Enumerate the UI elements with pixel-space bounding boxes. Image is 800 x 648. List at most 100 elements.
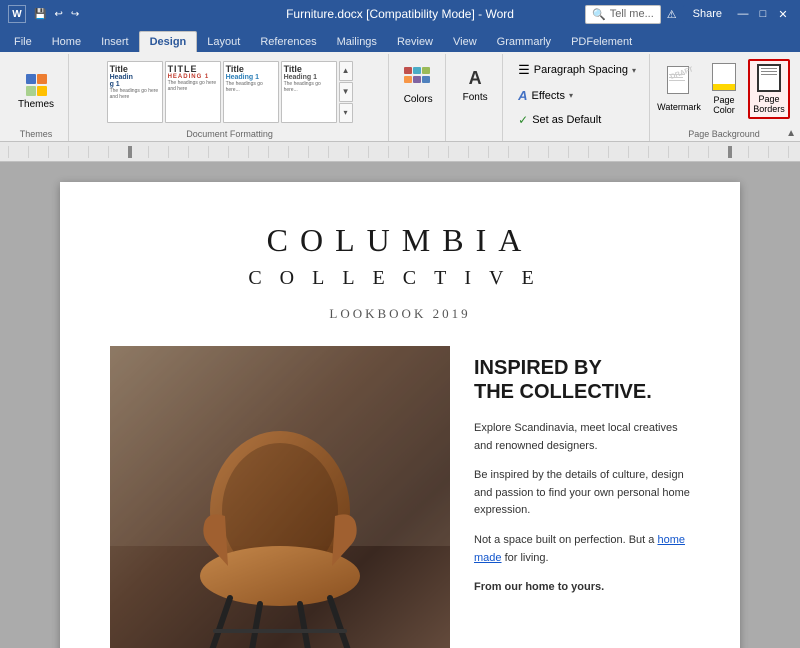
watermark-button[interactable]: DRAFT Watermark (658, 59, 700, 119)
tab-mailings[interactable]: Mailings (327, 32, 387, 52)
watermark-label: Watermark (657, 102, 701, 112)
themes-button[interactable]: Themes (10, 60, 62, 124)
search-icon: 🔍 (592, 8, 606, 21)
para-spacing-dropdown-icon: ▾ (632, 66, 636, 75)
page-background-group-label: Page Background (652, 129, 796, 139)
title-bar: W 💾 ↩ ↪ Furniture.docx [Compatibility Mo… (0, 0, 800, 28)
paragraph-spacing-button[interactable]: ☰ Paragraph Spacing ▾ (511, 58, 643, 82)
tab-pdfelement[interactable]: PDFelement (561, 32, 642, 52)
para-effects-group: ☰ Paragraph Spacing ▾ A Effects ▾ ✓ Set … (505, 54, 650, 141)
watermark-icon: DRAFT (665, 66, 693, 100)
colors-label: Colors (404, 94, 433, 105)
ruler-area (0, 142, 800, 162)
format-preview-1[interactable]: Title Heading 1 The headings go here and… (107, 61, 163, 123)
scroll-up-button[interactable]: ▲ (339, 61, 353, 81)
tab-home[interactable]: Home (42, 32, 91, 52)
fonts-group-content: A Fonts (454, 56, 496, 141)
share-button[interactable]: Share (683, 5, 732, 23)
fp3-title: Title (226, 64, 276, 74)
effects-dropdown-icon: ▾ (569, 91, 573, 100)
doc-formatting-group: Title Heading 1 The headings go here and… (71, 54, 389, 141)
redo-button[interactable]: ↪ (69, 7, 81, 22)
ribbon-collapse-button[interactable]: ▲ (786, 128, 796, 139)
ruler (8, 146, 792, 158)
doc-text-side: INSPIRED BYTHE COLLECTIVE. Explore Scand… (474, 346, 690, 609)
doc-formatting-label: Document Formatting (71, 129, 388, 139)
warning-icon: ⚠ (667, 8, 677, 21)
doc-lookbook: LOOKBOOK 2019 (110, 306, 690, 322)
themes-label: Themes (18, 99, 54, 110)
doc-content: INSPIRED BYTHE COLLECTIVE. Explore Scand… (110, 346, 690, 648)
maximize-button[interactable]: □ (754, 5, 772, 23)
para-spacing-icon: ☰ (518, 62, 530, 78)
tab-layout[interactable]: Layout (197, 32, 250, 52)
doc-para-4: From our home to yours. (474, 579, 690, 597)
fp4-body: The headings go here... (284, 81, 334, 93)
home-made-link[interactable]: home made (474, 534, 685, 564)
tab-grammarly[interactable]: Grammarly (487, 32, 561, 52)
page-borders-label: Page Borders (753, 94, 785, 114)
doc-title-columbia: COLUMBIA (110, 222, 690, 259)
quick-access-toolbar: 💾 ↩ ↪ (32, 7, 81, 22)
tell-me-box[interactable]: 🔍 Tell me... (585, 5, 661, 24)
doc-para-3: Not a space built on perfection. But a h… (474, 532, 690, 567)
checkmark-icon: ✓ (518, 113, 528, 127)
fonts-button[interactable]: A Fonts (454, 62, 496, 122)
fp1-title: Title (110, 64, 160, 74)
window-controls: 🔍 Tell me... ⚠ Share — □ ✕ (585, 5, 792, 24)
fp2-body: The headings go here and here (168, 80, 218, 92)
fp4-title: Title (284, 64, 334, 74)
word-icon: W (8, 5, 26, 23)
scroll-more-button[interactable]: ▾ (339, 103, 353, 123)
themes-group-label: Themes (4, 129, 68, 139)
para-effects-stack: ☰ Paragraph Spacing ▾ A Effects ▾ ✓ Set … (511, 56, 643, 131)
minimize-button[interactable]: — (734, 5, 752, 23)
page-borders-icon (755, 64, 783, 92)
set-default-label: Set as Default (532, 114, 601, 126)
tab-insert[interactable]: Insert (91, 32, 139, 52)
themes-icon (26, 74, 47, 96)
tab-design[interactable]: Design (139, 31, 198, 52)
set-as-default-button[interactable]: ✓ Set as Default (511, 109, 643, 131)
chair-image (110, 346, 450, 648)
effects-icon: A (518, 88, 527, 103)
fonts-label: Fonts (463, 92, 488, 103)
tab-review[interactable]: Review (387, 32, 443, 52)
themes-group: Themes Themes (4, 54, 69, 141)
fp3-heading: Heading 1 (226, 74, 276, 81)
tab-file[interactable]: File (4, 32, 42, 52)
fp4-heading: Heading 1 (284, 74, 334, 81)
tab-view[interactable]: View (443, 32, 487, 52)
word-document: COLUMBIA COLLECTIVE LOOKBOOK 2019 (60, 182, 740, 648)
page-color-button[interactable]: Page Color (703, 59, 745, 119)
para-effects-content: ☰ Paragraph Spacing ▾ A Effects ▾ ✓ Set … (511, 56, 643, 145)
format-preview-4[interactable]: Title Heading 1 The headings go here... (281, 61, 337, 123)
doc-para-1: Explore Scandinavia, meet local creative… (474, 420, 690, 455)
colors-button[interactable]: Colors (397, 62, 439, 122)
document-title: Furniture.docx [Compatibility Mode] - Wo… (286, 7, 514, 21)
format-preview-3[interactable]: Title Heading 1 The headings go here... (223, 61, 279, 123)
save-button[interactable]: 💾 (32, 7, 48, 22)
effects-label: Effects (532, 90, 565, 102)
fp3-body: The headings go here... (226, 81, 276, 93)
page-borders-button[interactable]: Page Borders (748, 59, 790, 119)
close-button[interactable]: ✕ (774, 5, 792, 23)
colors-group-content: Colors (397, 56, 439, 141)
ribbon: Themes Themes Title Heading 1 The headin… (0, 52, 800, 142)
fp1-heading: Heading 1 (110, 74, 160, 88)
tab-references[interactable]: References (250, 32, 326, 52)
scroll-down-button[interactable]: ▼ (339, 82, 353, 102)
page-color-label: Page Color (707, 95, 741, 115)
undo-button[interactable]: ↩ (52, 7, 64, 22)
ruler-marker-left (128, 146, 132, 158)
fp1-body: The headings go here and here (110, 88, 160, 100)
doc-title-collective: COLLECTIVE (110, 267, 690, 290)
effects-button[interactable]: A Effects ▾ (511, 84, 643, 107)
ribbon-tabs: File Home Insert Design Layout Reference… (0, 28, 800, 52)
doc-para-2: Be inspired by the details of culture, d… (474, 467, 690, 520)
format-preview-2[interactable]: TITLE HEADING 1 The headings go here and… (165, 61, 221, 123)
ruler-marker-right (728, 146, 732, 158)
colors-icon (404, 67, 432, 91)
colors-group: Colors (391, 54, 446, 141)
format-scroll-btns: ▲ ▼ ▾ (339, 61, 353, 123)
